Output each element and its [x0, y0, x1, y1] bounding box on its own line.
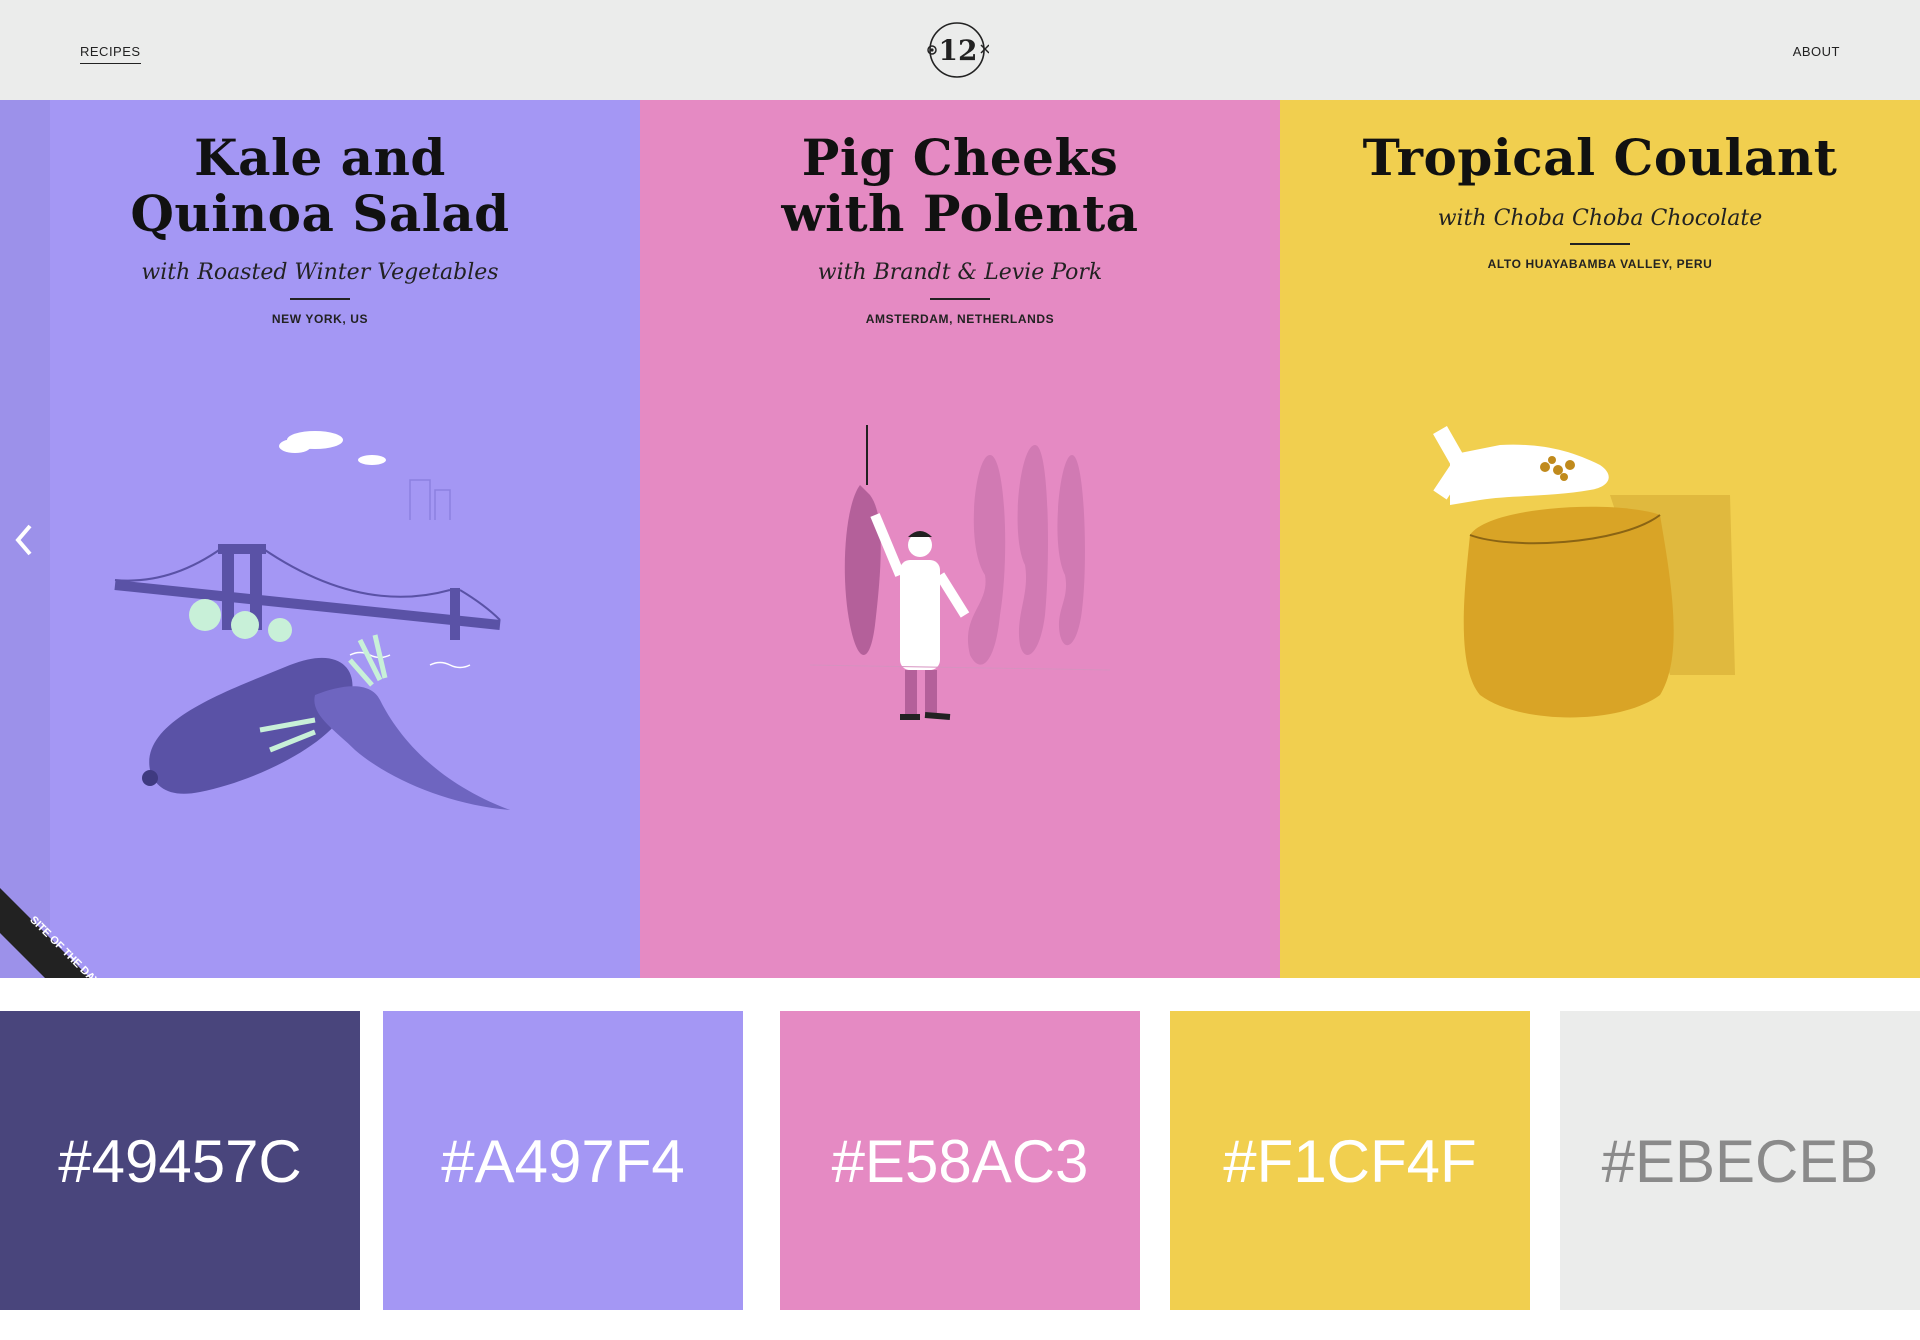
- recipe-panels: Kale and Quinoa Salad with Roasted Winte…: [0, 100, 1920, 978]
- bridge-vegetables-illustration: [114, 431, 510, 810]
- swatch-label: #EBECEB: [1601, 1128, 1879, 1195]
- recipes-link[interactable]: RECIPES: [80, 44, 141, 64]
- logo-icon[interactable]: 12: [925, 18, 989, 82]
- recipe-location: ALTO HUAYABAMBA VALLEY, PERU: [1487, 257, 1713, 271]
- recipe-location: NEW YORK, US: [271, 312, 369, 326]
- recipe-subtitle: with Roasted Winter Vegetables: [141, 260, 499, 285]
- top-header: RECIPES 12 ABOUT: [0, 0, 1920, 100]
- recipe-card-tropical-coulant[interactable]: Tropical Coulant with Choba Choba Chocol…: [1280, 100, 1920, 978]
- recipe-location: AMSTERDAM, NETHERLANDS: [865, 312, 1055, 326]
- swatch-label: #A497F4: [441, 1128, 685, 1195]
- title-line-1: Pig Cheeks: [801, 128, 1119, 187]
- butcher-illustration: [810, 425, 1110, 720]
- logo-text: 12: [939, 34, 978, 67]
- divider: [1570, 243, 1630, 245]
- title-line-1: Kale and: [194, 128, 446, 187]
- recipe-subtitle: with Brandt & Levie Pork: [817, 260, 1103, 285]
- divider: [290, 298, 350, 300]
- about-link[interactable]: ABOUT: [1793, 44, 1840, 59]
- swatch-label: #49457C: [58, 1128, 302, 1195]
- color-swatch-pink: #E58AC3: [780, 1011, 1140, 1310]
- cocoa-sack-illustration: [1433, 426, 1735, 718]
- swatch-label: #E58AC3: [831, 1128, 1089, 1195]
- recipe-card-pig-cheeks[interactable]: Pig Cheeks with Polenta with Brandt & Le…: [640, 100, 1280, 978]
- color-swatch-yellow: #F1CF4F: [1170, 1011, 1530, 1310]
- divider: [930, 298, 990, 300]
- title-line-2: with Polenta: [781, 184, 1139, 243]
- recipe-card-kale[interactable]: Kale and Quinoa Salad with Roasted Winte…: [0, 100, 640, 978]
- color-swatch-dark-purple: #49457C: [0, 1011, 360, 1310]
- recipe-title: Kale and Quinoa Salad: [0, 130, 640, 242]
- color-swatch-lavender: #A497F4: [383, 1011, 743, 1310]
- color-swatch-light-gray: #EBECEB: [1560, 1011, 1920, 1310]
- title-line-2: Quinoa Salad: [130, 184, 510, 243]
- recipe-subtitle: with Choba Choba Chocolate: [1437, 206, 1763, 231]
- site-of-the-day-ribbon[interactable]: SITE OF THE DAY: [0, 878, 100, 978]
- swatch-label: #F1CF4F: [1223, 1128, 1477, 1195]
- recipe-title: Tropical Coulant: [1280, 130, 1920, 186]
- recipe-title: Pig Cheeks with Polenta: [640, 130, 1280, 242]
- title-line-1: Tropical Coulant: [1362, 128, 1838, 187]
- previous-arrow-icon[interactable]: [12, 520, 38, 560]
